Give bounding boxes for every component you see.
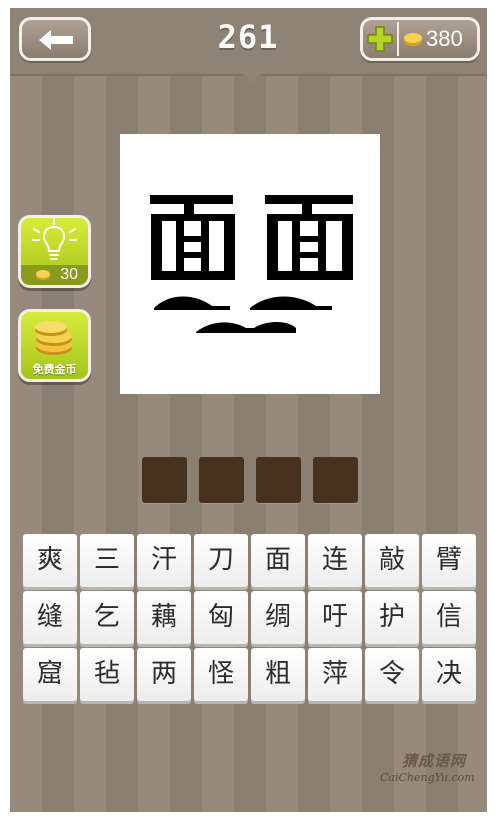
character-tile[interactable]: 缝	[23, 591, 77, 644]
hint-cost-bar: 30	[21, 265, 88, 285]
watermark-en: CaiChengYu.com	[380, 771, 475, 784]
hint-button[interactable]: 30	[18, 215, 91, 288]
coin-icon	[404, 33, 422, 46]
level-number: 261	[217, 18, 279, 56]
character-tile[interactable]: 信	[422, 591, 476, 644]
character-grid: 爽 三 汗 刀 面 连 敲 臂 缝 乞 藕 匈 绸 吁 护 信 窟 毡 两 怪 …	[23, 534, 478, 708]
character-tile[interactable]: 决	[422, 648, 476, 701]
answer-slot[interactable]	[142, 457, 187, 503]
plus-icon	[367, 26, 393, 52]
coin-count: 380	[426, 26, 463, 51]
character-tile[interactable]: 敲	[365, 534, 419, 587]
lightbulb-icon	[32, 218, 77, 260]
character-tile[interactable]: 绸	[251, 591, 305, 644]
puzzle-nose-mouth	[154, 296, 332, 333]
character-tile[interactable]: 面	[251, 534, 305, 587]
character-tile[interactable]: 粗	[251, 648, 305, 701]
character-tile[interactable]: 匈	[194, 591, 248, 644]
character-tile[interactable]: 护	[365, 591, 419, 644]
character-tile[interactable]: 连	[308, 534, 362, 587]
character-tile[interactable]: 爽	[23, 534, 77, 587]
game-screen: 261 380 30 免费金币 爽 三 汗 刀 面 连 敲 臂 缝 乞 藕 匈 …	[10, 8, 487, 812]
character-tile[interactable]: 三	[80, 534, 134, 587]
coin-panel: 380	[360, 17, 480, 61]
character-tile[interactable]: 怪	[194, 648, 248, 701]
character-tile[interactable]: 臂	[422, 534, 476, 587]
character-tile[interactable]: 两	[137, 648, 191, 701]
character-tile[interactable]: 萍	[308, 648, 362, 701]
answer-slots	[142, 457, 362, 503]
answer-slot[interactable]	[199, 457, 244, 503]
character-tile[interactable]: 令	[365, 648, 419, 701]
puzzle-image	[120, 134, 380, 394]
free-coins-button[interactable]: 免费金币	[18, 309, 91, 382]
top-bar: 261 380	[10, 8, 487, 76]
character-tile[interactable]: 吁	[308, 591, 362, 644]
hint-cost: 30	[60, 266, 78, 283]
watermark-cn: 猜成语网	[402, 752, 467, 770]
coin-divider	[397, 22, 399, 56]
puzzle-left-eye	[150, 195, 235, 280]
character-tile[interactable]: 刀	[194, 534, 248, 587]
character-tile[interactable]: 毡	[80, 648, 134, 701]
character-tile[interactable]: 汗	[137, 534, 191, 587]
puzzle-right-eye	[265, 195, 353, 280]
character-tile[interactable]: 窟	[23, 648, 77, 701]
answer-slot[interactable]	[256, 457, 301, 503]
puzzle-picture	[150, 195, 353, 333]
coin-stack-icon	[35, 321, 72, 355]
top-bar-pointer	[242, 74, 262, 83]
coin-icon	[36, 270, 50, 280]
character-tile[interactable]: 乞	[80, 591, 134, 644]
answer-slot[interactable]	[313, 457, 358, 503]
free-coins-label: 免费金币	[32, 363, 77, 376]
character-tile[interactable]: 藕	[137, 591, 191, 644]
add-coins-button[interactable]	[366, 24, 394, 54]
back-arrow-icon	[39, 30, 73, 50]
back-button[interactable]	[19, 17, 91, 61]
